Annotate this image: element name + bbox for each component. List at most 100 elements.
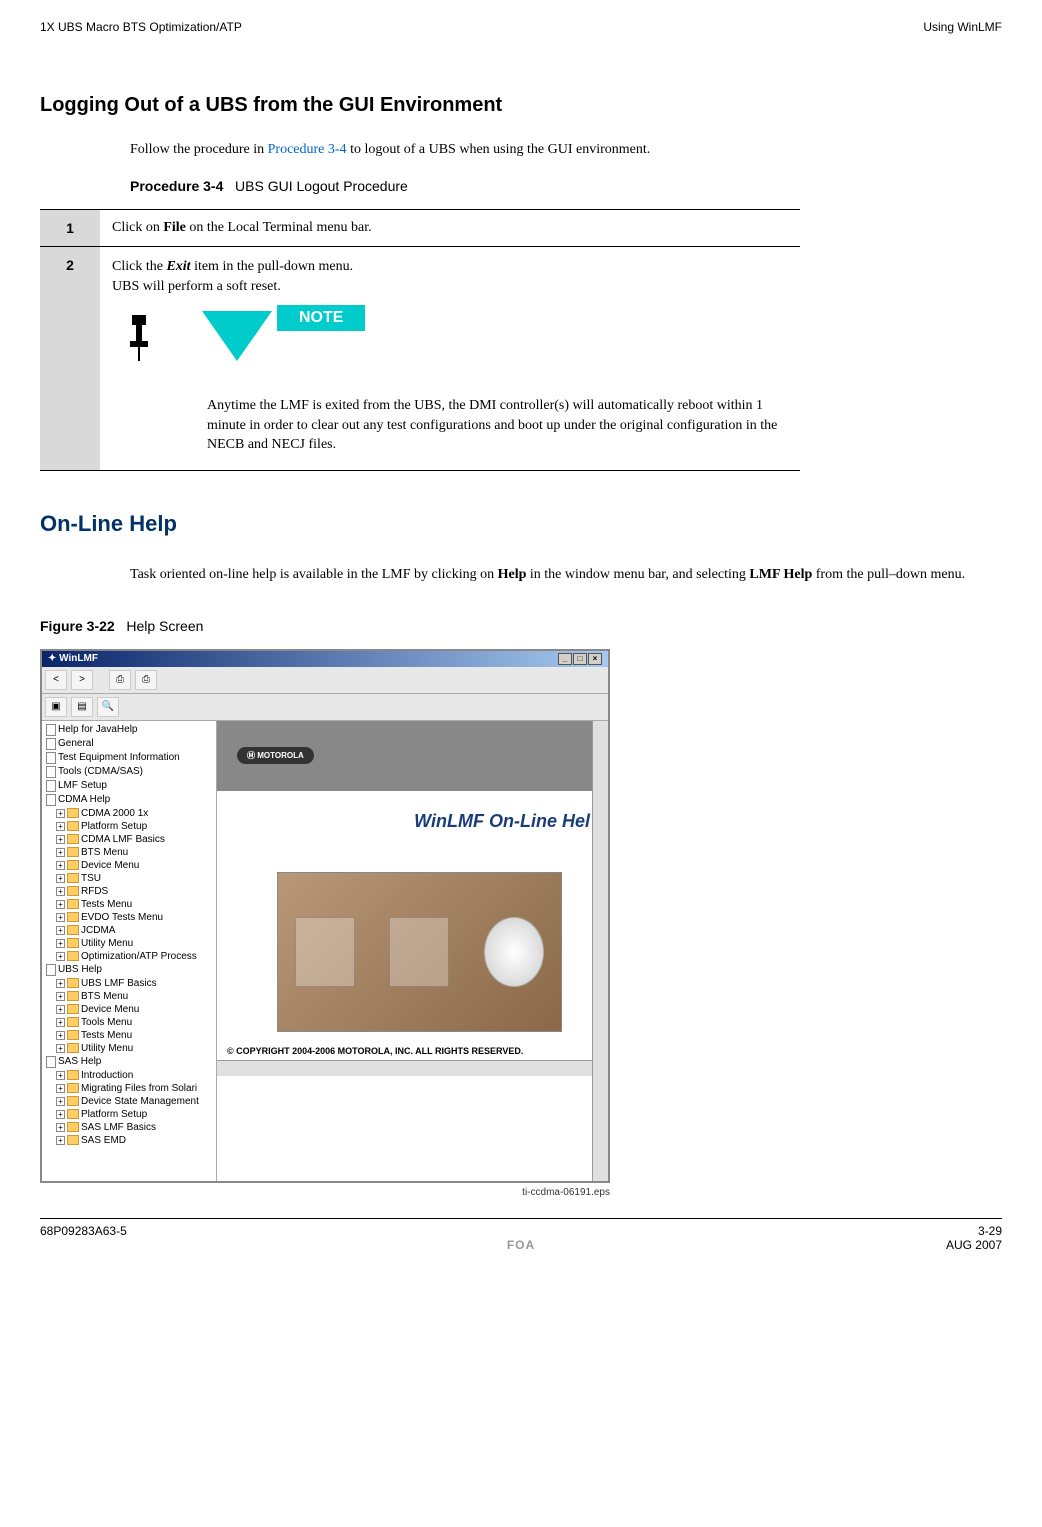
window-title: ✦ WinLMF [48, 653, 98, 664]
folder-icon [67, 808, 79, 818]
folder-icon [67, 899, 79, 909]
expand-icon[interactable]: + [56, 992, 65, 1001]
expand-icon[interactable]: + [56, 926, 65, 935]
search-tab[interactable]: 🔍 [97, 697, 119, 717]
folder-icon [67, 1096, 79, 1106]
folder-icon [67, 925, 79, 935]
note-block: NOTE Anytime the LMF is exited from the … [112, 311, 788, 455]
winlmf-window: ✦ WinLMF _ □ × < > ⎙ ⎙ ▣ ▤ 🔍 Help for Ja… [40, 649, 610, 1183]
expand-icon[interactable]: + [56, 939, 65, 948]
expand-icon[interactable]: + [56, 822, 65, 831]
eps-filename: ti-ccdma-06191.eps [40, 1187, 610, 1198]
expand-icon[interactable]: + [56, 809, 65, 818]
expand-icon[interactable]: + [56, 1136, 65, 1145]
expand-icon[interactable]: + [56, 861, 65, 870]
expand-icon[interactable]: + [56, 848, 65, 857]
minimize-button[interactable]: _ [558, 653, 572, 665]
step-number: 2 [40, 247, 100, 471]
expand-icon[interactable]: + [56, 1018, 65, 1027]
expand-icon[interactable]: + [56, 979, 65, 988]
toolbar-2: ▣ ▤ 🔍 [42, 694, 608, 721]
folder-icon [67, 1109, 79, 1119]
forward-button[interactable]: > [71, 670, 93, 690]
procedure-table: 1 Click on File on the Local Terminal me… [40, 209, 800, 471]
footer-row-2: FOA AUG 2007 [40, 1238, 1002, 1252]
foa-label: FOA [507, 1238, 535, 1252]
print-button[interactable]: ⎙ [109, 670, 131, 690]
expand-icon[interactable]: + [56, 1084, 65, 1093]
vertical-scrollbar[interactable] [592, 721, 608, 1181]
expand-icon[interactable]: + [56, 1110, 65, 1119]
doc-icon [46, 752, 56, 764]
expand-icon[interactable]: + [56, 900, 65, 909]
folder-icon [67, 1030, 79, 1040]
cd-icon [484, 917, 544, 987]
folder-icon [67, 978, 79, 988]
image-block [389, 917, 449, 987]
toc-tab[interactable]: ▣ [45, 697, 67, 717]
content-hero-image [277, 872, 562, 1032]
help-content-panel: Ⓜ MOTOROLA WinLMF On-Line Hel © COPYRIGH… [217, 721, 592, 1181]
doc-icon [46, 794, 56, 806]
toolbar: < > ⎙ ⎙ [42, 667, 608, 694]
header-right: Using WinLMF [923, 20, 1002, 34]
back-button[interactable]: < [45, 670, 67, 690]
index-tab[interactable]: ▤ [71, 697, 93, 717]
folder-icon [67, 860, 79, 870]
header-left: 1X UBS Macro BTS Optimization/ATP [40, 20, 242, 34]
doc-icon [46, 738, 56, 750]
step-content: Click the Exit item in the pull-down men… [100, 247, 800, 471]
folder-icon [67, 1135, 79, 1145]
table-row: 2 Click the Exit item in the pull-down m… [40, 247, 800, 471]
folder-icon [67, 1004, 79, 1014]
help-paragraph: Task oriented on-line help is available … [130, 567, 1002, 583]
figure-title: Figure 3-22 Help Screen [40, 618, 1002, 634]
screenshot-figure: ✦ WinLMF _ □ × < > ⎙ ⎙ ▣ ▤ 🔍 Help for Ja… [40, 649, 660, 1198]
folder-icon [67, 1083, 79, 1093]
folder-icon [67, 912, 79, 922]
folder-icon [67, 821, 79, 831]
step-number: 1 [40, 210, 100, 247]
section-heading-logout: Logging Out of a UBS from the GUI Enviro… [40, 94, 1002, 117]
folder-icon [67, 1122, 79, 1132]
folder-icon [67, 991, 79, 1001]
folder-icon [67, 1043, 79, 1053]
doc-icon [46, 780, 56, 792]
procedure-link[interactable]: Procedure 3-4 [268, 142, 347, 157]
expand-icon[interactable]: + [56, 913, 65, 922]
expand-icon[interactable]: + [56, 1123, 65, 1132]
folder-icon [67, 834, 79, 844]
folder-icon [67, 886, 79, 896]
window-titlebar: ✦ WinLMF _ □ × [42, 651, 608, 667]
page-header: 1X UBS Macro BTS Optimization/ATP Using … [40, 20, 1002, 34]
footer-row-1: 68P09283A63-5 3-29 [40, 1224, 1002, 1238]
close-button[interactable]: × [588, 653, 602, 665]
folder-icon [67, 938, 79, 948]
intro-paragraph: Follow the procedure in Procedure 3-4 to… [130, 142, 1002, 158]
section-heading-help: On-Line Help [40, 511, 1002, 537]
step-content: Click on File on the Local Terminal menu… [100, 210, 800, 247]
expand-icon[interactable]: + [56, 835, 65, 844]
expand-icon[interactable]: + [56, 887, 65, 896]
tree-panel[interactable]: Help for JavaHelp General Test Equipment… [42, 721, 217, 1181]
procedure-title: Procedure 3-4 UBS GUI Logout Procedure [130, 178, 1002, 194]
expand-icon[interactable]: + [56, 1044, 65, 1053]
note-label: NOTE [277, 305, 365, 331]
horizontal-scrollbar[interactable] [217, 1060, 592, 1076]
expand-icon[interactable]: + [56, 1005, 65, 1014]
table-row: 1 Click on File on the Local Terminal me… [40, 210, 800, 247]
page-number: 3-29 [978, 1224, 1002, 1238]
folder-icon [67, 1070, 79, 1080]
expand-icon[interactable]: + [56, 874, 65, 883]
footer-rule [40, 1218, 1002, 1219]
print-setup-button[interactable]: ⎙ [135, 670, 157, 690]
expand-icon[interactable]: + [56, 1071, 65, 1080]
expand-icon[interactable]: + [56, 952, 65, 961]
maximize-button[interactable]: □ [573, 653, 587, 665]
expand-icon[interactable]: + [56, 1031, 65, 1040]
expand-icon[interactable]: + [56, 1097, 65, 1106]
folder-icon [67, 951, 79, 961]
doc-icon [46, 724, 56, 736]
doc-icon [46, 1056, 56, 1068]
doc-number: 68P09283A63-5 [40, 1224, 127, 1238]
